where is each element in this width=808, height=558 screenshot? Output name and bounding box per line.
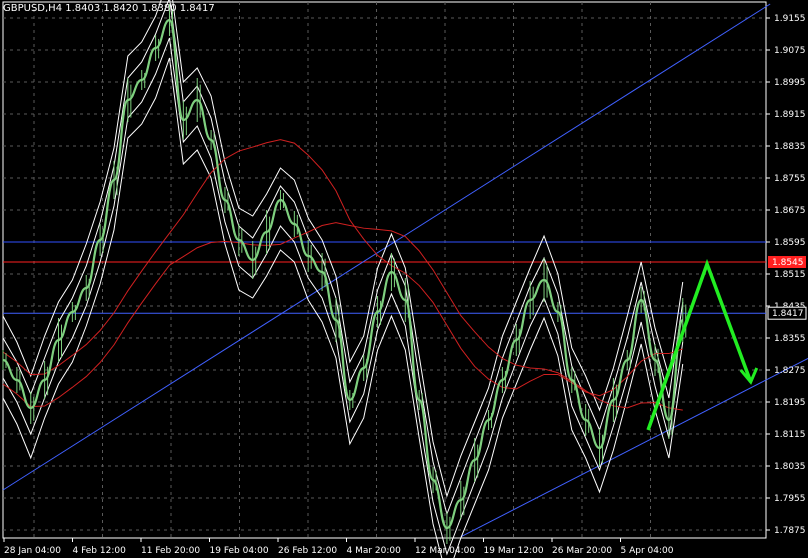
y-tick-label: 1.8835 <box>774 142 806 152</box>
y-tick-label: 1.8915 <box>774 110 806 120</box>
y-tick-label: 1.7875 <box>774 526 806 536</box>
y-tick-label: 1.8595 <box>774 238 806 248</box>
y-tick-label: 1.9155 <box>774 14 806 24</box>
x-tick-label: 4 Feb 12:00 <box>73 546 127 556</box>
x-tick-label: 12 Mar 04:00 <box>415 546 475 556</box>
x-tick-label: 28 Jan 04:00 <box>4 546 61 556</box>
y-tick-label: 1.8195 <box>774 398 806 408</box>
y-tick-label: 1.8355 <box>774 334 806 344</box>
x-tick-label: 26 Mar 20:00 <box>552 546 612 556</box>
y-tick-label: 1.8275 <box>774 366 806 376</box>
y-tick-label: 1.8115 <box>774 430 806 440</box>
y-tick-label: 1.8675 <box>774 206 806 216</box>
current-price-label: 1.8417 <box>772 309 804 319</box>
red-horizontal-label: 1.8545 <box>772 258 804 268</box>
y-tick-label: 1.8515 <box>774 270 806 280</box>
chart-background <box>0 0 808 558</box>
x-tick-label: 11 Feb 20:00 <box>141 546 200 556</box>
y-tick-label: 1.9075 <box>774 46 806 56</box>
x-tick-label: 26 Feb 12:00 <box>278 546 337 556</box>
y-tick-label: 1.8035 <box>774 462 806 472</box>
y-tick-label: 1.7955 <box>774 494 806 504</box>
symbol-ohlc-label: GBPUSD,H4 1.8403 1.8420 1.8380 1.8417 <box>3 3 215 14</box>
x-tick-label: 19 Feb 04:00 <box>210 546 269 556</box>
y-tick-label: 1.8995 <box>774 78 806 88</box>
x-tick-label: 4 Mar 20:00 <box>347 546 402 556</box>
x-tick-label: 19 Mar 12:00 <box>484 546 544 556</box>
y-tick-label: 1.8755 <box>774 174 806 184</box>
price-chart: 1.9155 1.9075 1.8995 1.8915 1.8835 1.8755 1.86… <box>0 0 808 558</box>
x-tick-label: 5 Apr 04:00 <box>621 546 674 556</box>
